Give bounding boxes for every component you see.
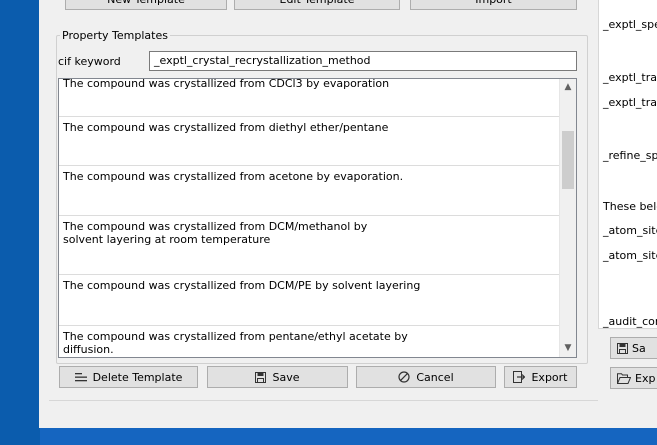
side-export-button[interactable]: Exp bbox=[610, 367, 657, 389]
new-template-button[interactable]: New Template bbox=[65, 0, 227, 10]
export-button[interactable]: Export bbox=[504, 366, 577, 388]
list-item-text: The compound was crystallized from penta… bbox=[63, 330, 408, 356]
side-list-item: These belo bbox=[603, 200, 657, 213]
import-label: Import bbox=[475, 0, 512, 9]
desktop-background bbox=[0, 0, 40, 445]
new-template-label: New Template bbox=[107, 0, 185, 9]
floppy-disk-icon bbox=[255, 371, 267, 383]
list-item-text: The compound was crystallized from CDCl3… bbox=[63, 78, 390, 90]
list-item[interactable]: The compound was crystallized from penta… bbox=[59, 326, 559, 357]
side-list-item: _atom_site bbox=[603, 249, 657, 262]
template-list[interactable]: The compound was crystallized from CDCl3… bbox=[58, 78, 577, 358]
delete-template-label: Delete Template bbox=[92, 370, 183, 384]
side-list-item: _exptl_spe bbox=[603, 18, 657, 31]
list-item-text: The compound was crystallized from aceto… bbox=[63, 170, 404, 183]
scroll-down-arrow-icon[interactable]: ▼ bbox=[560, 340, 576, 357]
cancel-label: Cancel bbox=[416, 370, 454, 384]
edit-template-button[interactable]: Edit Template bbox=[234, 0, 400, 10]
side-save-label: Sa bbox=[632, 341, 646, 355]
vertical-scrollbar[interactable]: ▲ ▼ bbox=[559, 79, 576, 357]
list-item[interactable]: The compound was crystallized from aceto… bbox=[59, 166, 559, 216]
cancel-circle-icon bbox=[398, 371, 410, 383]
save-label: Save bbox=[272, 370, 300, 384]
list-item[interactable]: The compound was crystallized from DCM/P… bbox=[59, 275, 559, 326]
floppy-disk-icon bbox=[617, 342, 628, 354]
cif-keyword-label: cif keyword bbox=[58, 55, 121, 68]
export-label: Export bbox=[531, 370, 568, 384]
export-icon bbox=[513, 371, 526, 383]
list-item[interactable]: The compound was crystallized from CDCl3… bbox=[59, 78, 559, 117]
cif-keyword-field[interactable]: _exptl_crystal_recrystallization_method bbox=[149, 51, 577, 71]
side-list-item: _exptl_tran bbox=[603, 96, 657, 109]
edit-template-label: Edit Template bbox=[280, 0, 355, 9]
side-button-bar: Sa Exp bbox=[598, 328, 657, 401]
side-export-label: Exp bbox=[635, 371, 656, 385]
delete-list-icon bbox=[74, 373, 87, 382]
property-templates-panel: New Template Edit Template Import Proper… bbox=[49, 0, 599, 401]
open-folder-icon bbox=[617, 372, 631, 384]
list-item[interactable]: The compound was crystallized from dieth… bbox=[59, 117, 559, 166]
group-title: Property Templates bbox=[62, 29, 168, 42]
scroll-up-arrow-icon[interactable]: ▲ bbox=[560, 79, 576, 96]
list-item[interactable]: The compound was crystallized from DCM/m… bbox=[59, 216, 559, 275]
side-list-item: _audit_con bbox=[603, 315, 657, 328]
import-button[interactable]: Import bbox=[410, 0, 577, 10]
side-save-button[interactable]: Sa bbox=[610, 337, 657, 359]
side-list-item: _refine_spe bbox=[603, 149, 657, 162]
list-item-text: The compound was crystallized from DCM/P… bbox=[63, 279, 421, 292]
scrollbar-thumb[interactable] bbox=[562, 131, 574, 189]
finalcif-window: New Template Edit Template Import Proper… bbox=[39, 0, 657, 428]
save-button[interactable]: Save bbox=[207, 366, 348, 388]
cancel-button[interactable]: Cancel bbox=[356, 366, 496, 388]
list-item-text: The compound was crystallized from DCM/m… bbox=[63, 220, 368, 246]
delete-template-button[interactable]: Delete Template bbox=[59, 366, 198, 388]
list-item-text: The compound was crystallized from dieth… bbox=[63, 121, 389, 134]
side-list-item: _exptl_tran bbox=[603, 71, 657, 84]
side-list-item: _atom_site bbox=[603, 224, 657, 237]
